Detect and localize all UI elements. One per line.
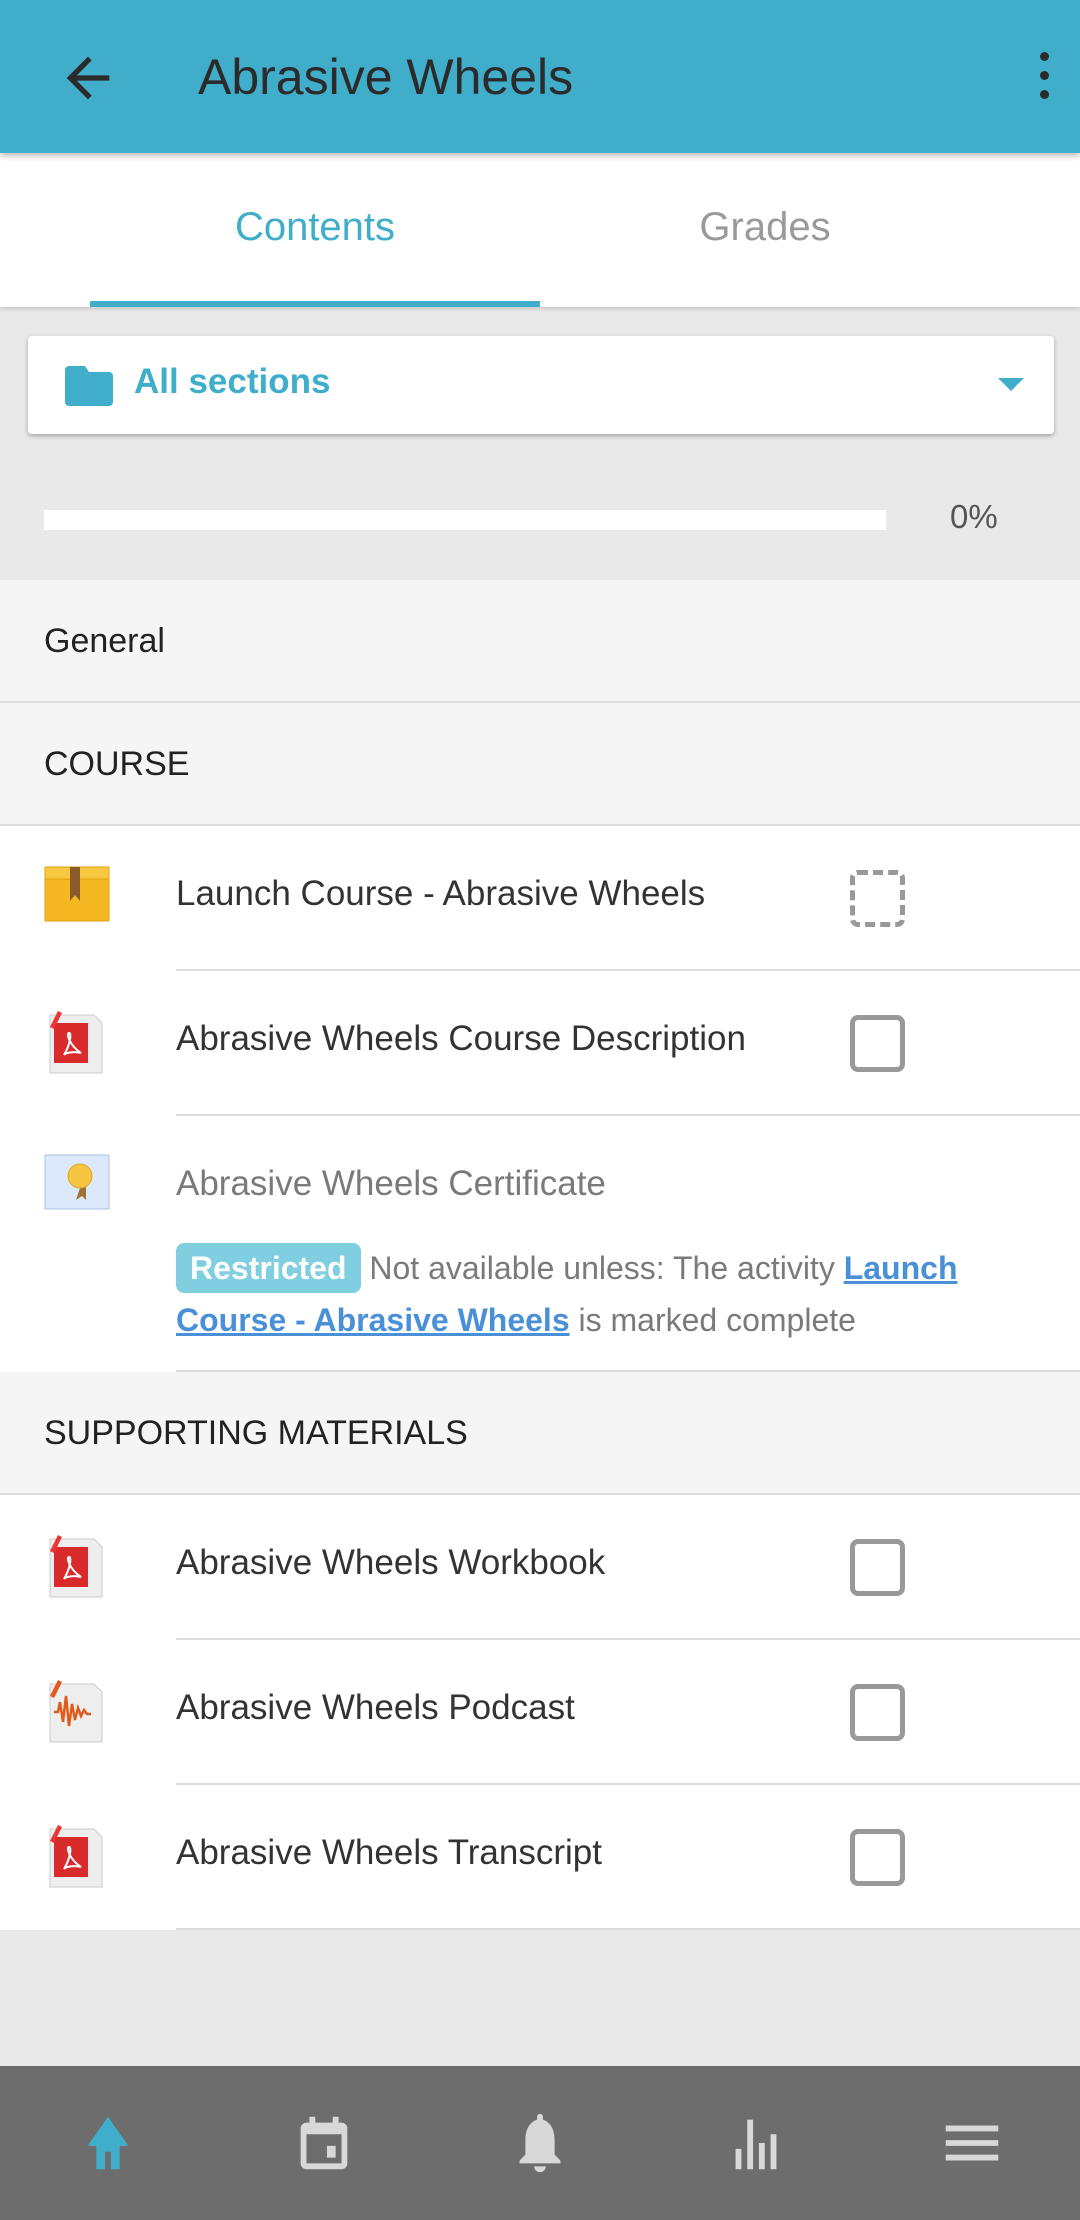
bar-chart-icon[interactable]: [721, 2108, 791, 2178]
section-selector-label: All sections: [134, 362, 331, 401]
section-header-course: COURSE: [0, 703, 1080, 826]
course-progress-bar: [44, 510, 886, 530]
tab-bar: Contents Grades: [0, 153, 1080, 307]
bottom-navigation: [0, 2066, 1080, 2220]
activity-name[interactable]: Abrasive Wheels Podcast: [176, 1688, 575, 1728]
course-contents: General COURSE Launch Course - Abrasive …: [0, 580, 1080, 1930]
activity-name[interactable]: Abrasive Wheels Workbook: [176, 1543, 605, 1583]
tab-grades[interactable]: Grades: [540, 153, 990, 307]
list-item[interactable]: Abrasive Wheels Podcast: [0, 1640, 1080, 1785]
home-icon[interactable]: [73, 2108, 143, 2178]
list-item[interactable]: Abrasive Wheels Transcript: [0, 1785, 1080, 1930]
app-bar: Abrasive Wheels: [0, 0, 1080, 153]
menu-icon[interactable]: [937, 2108, 1007, 2178]
restriction-text-end: is marked complete: [569, 1302, 856, 1338]
bell-icon[interactable]: [505, 2108, 575, 2178]
tab-contents[interactable]: Contents: [90, 153, 540, 307]
activity-name[interactable]: Abrasive Wheels Transcript: [176, 1833, 602, 1873]
restricted-badge: Restricted: [176, 1243, 361, 1293]
restriction-text: Not available unless: The activity: [369, 1250, 844, 1286]
list-item[interactable]: Abrasive Wheels Workbook: [0, 1495, 1080, 1640]
folder-icon: [65, 366, 113, 406]
restriction-info: Restricted Not available unless: The act…: [176, 1242, 1036, 1346]
pdf-icon: [49, 1825, 103, 1888]
completion-checkbox[interactable]: [850, 870, 905, 927]
progress-percent: 0%: [950, 498, 998, 535]
pdf-icon: [49, 1011, 103, 1074]
calendar-icon[interactable]: [289, 2108, 359, 2178]
completion-checkbox[interactable]: [850, 1829, 905, 1886]
more-vertical-icon[interactable]: [1032, 52, 1056, 108]
chevron-down-icon: [998, 378, 1024, 391]
section-header-general[interactable]: General: [0, 580, 1080, 703]
divider: [176, 1370, 1080, 1372]
activity-name[interactable]: Launch Course - Abrasive Wheels: [176, 874, 705, 914]
completion-checkbox[interactable]: [850, 1539, 905, 1596]
divider: [176, 1928, 1080, 1930]
completion-checkbox[interactable]: [850, 1684, 905, 1741]
list-item[interactable]: Abrasive Wheels Course Description: [0, 971, 1080, 1116]
audio-icon: [49, 1680, 103, 1743]
arrow-left-icon[interactable]: [56, 46, 120, 110]
certificate-icon: [44, 1154, 110, 1210]
list-item: Abrasive Wheels Certificate Restricted N…: [0, 1116, 1080, 1372]
list-item[interactable]: Launch Course - Abrasive Wheels: [0, 826, 1080, 971]
pdf-icon: [49, 1535, 103, 1598]
section-header-supporting-materials: SUPPORTING MATERIALS: [0, 1372, 1080, 1495]
section-selector[interactable]: All sections: [28, 336, 1054, 434]
page-title: Abrasive Wheels: [198, 49, 574, 105]
scorm-package-icon: [44, 866, 110, 922]
completion-checkbox[interactable]: [850, 1015, 905, 1072]
activity-name: Abrasive Wheels Certificate: [176, 1164, 606, 1203]
activity-name[interactable]: Abrasive Wheels Course Description: [176, 1019, 746, 1059]
